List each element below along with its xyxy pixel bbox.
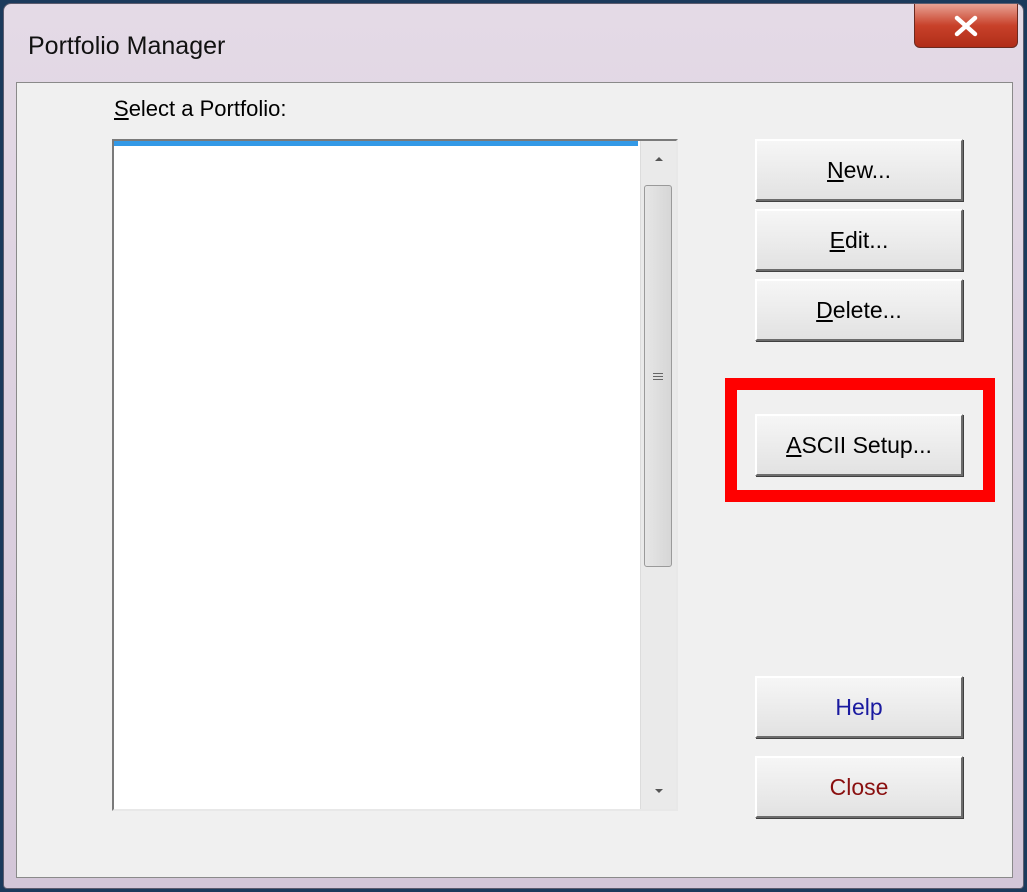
scroll-up-button[interactable] [641,141,676,177]
window-close-button[interactable] [914,4,1018,48]
dialog-client-area: Select a Portfolio: New... E dit... D el… [16,82,1013,878]
select-portfolio-label: Select a Portfolio: [114,96,287,121]
ascii-setup-button[interactable]: A SCII Setup... [755,414,963,476]
new-button[interactable]: New... [755,139,963,201]
portfolio-listbox[interactable] [112,139,678,811]
scroll-thumb[interactable] [644,185,672,567]
help-button[interactable]: Help [755,676,963,738]
close-x-icon [954,15,978,36]
edit-button[interactable]: Edit... [755,209,963,271]
delete-button[interactable]: Delete... [755,279,963,341]
title-bar: Portfolio Manager [4,4,1023,82]
scroll-up-arrow-icon [654,157,663,161]
scroll-down-button[interactable] [641,773,676,809]
portfolio-manager-window: Portfolio Manager Select a Portfolio: N … [3,3,1024,889]
scroll-down-arrow-icon [654,789,663,793]
close-button[interactable]: Close [755,756,963,818]
scroll-grip-icon [653,371,663,382]
list-scrollbar[interactable] [640,141,676,809]
list-selection-indicator [114,141,638,146]
window-title: Portfolio Manager [28,32,226,60]
